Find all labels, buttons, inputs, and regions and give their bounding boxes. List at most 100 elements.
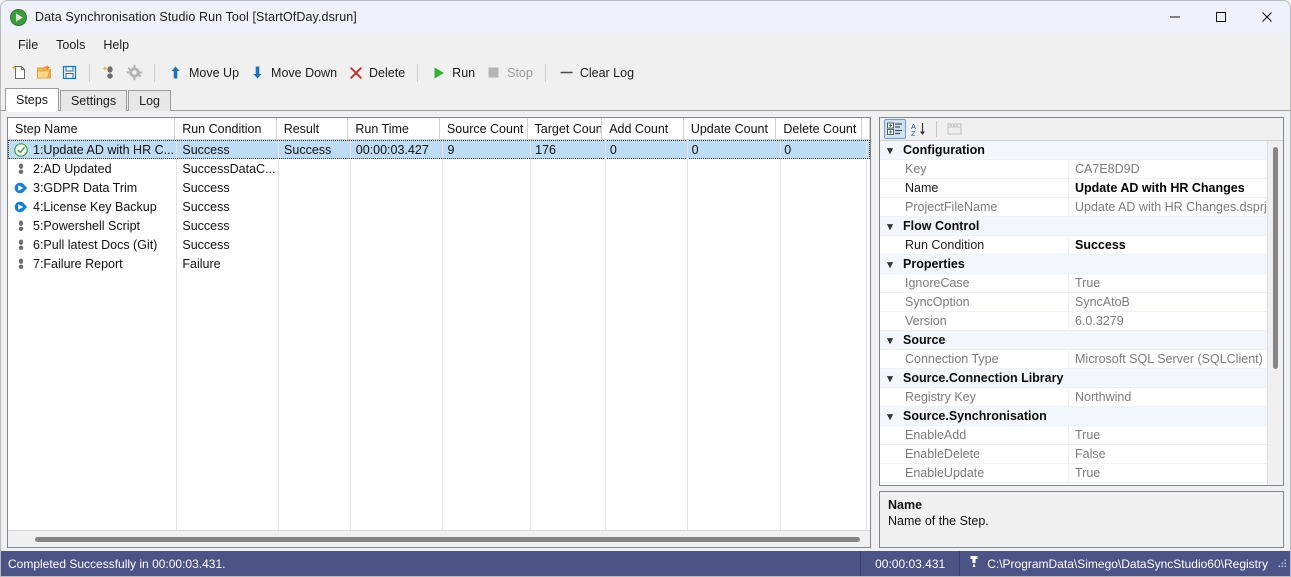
cell-delete-count <box>777 178 863 197</box>
step-pin-icon <box>13 256 28 271</box>
property-value[interactable]: Update AD with HR Changes.dsprj <box>1068 197 1267 217</box>
chevron-down-icon[interactable]: ▾ <box>880 144 900 157</box>
property-value[interactable]: SyncAtoB <box>1068 292 1267 312</box>
minimize-button[interactable] <box>1152 1 1198 33</box>
move-down-button[interactable]: Move Down <box>244 60 342 86</box>
menu-item-help[interactable]: Help <box>94 35 138 55</box>
column-header-delete-count[interactable]: Delete Count <box>776 118 862 139</box>
property-row-enableadd[interactable]: EnableAdd True <box>880 425 1267 445</box>
property-name: Connection Type <box>905 352 999 366</box>
property-value[interactable]: CA7E8D9D <box>1068 159 1267 179</box>
property-category-source[interactable]: ▾ Source <box>880 331 1267 350</box>
add-step-button[interactable] <box>97 60 122 86</box>
column-header-add-count[interactable]: Add Count <box>602 118 684 139</box>
vscrollbar-thumb[interactable] <box>1273 147 1278 369</box>
property-row-ignorecase[interactable]: IgnoreCase True <box>880 273 1267 293</box>
property-row-connection-type[interactable]: Connection Type Microsoft SQL Server (SQ… <box>880 349 1267 369</box>
property-value[interactable]: Success <box>1068 235 1267 255</box>
category-label: Properties <box>903 257 965 271</box>
stop-button[interactable]: Stop <box>480 60 538 86</box>
clear-log-button[interactable]: Clear Log <box>553 60 639 86</box>
property-row-run-condition[interactable]: Run Condition Success <box>880 235 1267 255</box>
new-file-button[interactable] <box>7 60 32 86</box>
property-row-projectfilename[interactable]: ProjectFileName Update AD with HR Change… <box>880 197 1267 217</box>
cell-filler <box>863 235 870 254</box>
property-grid-vscrollbar[interactable] <box>1267 141 1283 485</box>
property-value[interactable]: False <box>1068 444 1267 464</box>
maximize-button[interactable] <box>1198 1 1244 33</box>
chevron-down-icon[interactable]: ▾ <box>880 334 900 347</box>
table-row[interactable]: 7:Failure Report Failure <box>8 254 870 273</box>
table-row[interactable]: 4:License Key Backup Success <box>8 197 870 216</box>
chevron-down-icon[interactable]: ▾ <box>880 258 900 271</box>
property-value[interactable]: True <box>1068 463 1267 483</box>
cell-source-count: 9 <box>447 142 455 157</box>
property-row-enabledelete[interactable]: EnableDelete False <box>880 444 1267 464</box>
property-row-syncoption[interactable]: SyncOption SyncAtoB <box>880 292 1267 312</box>
property-value[interactable]: Microsoft SQL Server (SQLClient) <box>1068 349 1267 369</box>
property-category-source-connection-library[interactable]: ▾ Source.Connection Library <box>880 369 1267 388</box>
run-label: Run <box>452 65 476 80</box>
property-row-version[interactable]: Version 6.0.3279 <box>880 311 1267 331</box>
column-header-target-count[interactable]: Target Count <box>528 118 603 139</box>
property-category-source-synchronisation[interactable]: ▾ Source.Synchronisation <box>880 407 1267 426</box>
menu-item-file[interactable]: File <box>9 35 47 55</box>
hscrollbar-thumb[interactable] <box>35 536 860 542</box>
column-header-result[interactable]: Result <box>277 118 349 139</box>
column-header-step-name[interactable]: Step Name <box>8 118 176 139</box>
table-row[interactable]: 5:Powershell Script Success <box>8 216 870 235</box>
table-row[interactable]: 1:Update AD with HR C... Success Success… <box>8 140 870 159</box>
cell-run-time <box>349 235 441 254</box>
cell-update-count <box>685 159 778 178</box>
property-name: Name <box>905 181 939 195</box>
chevron-down-icon[interactable]: ▾ <box>880 410 900 423</box>
categorized-view-icon[interactable] <box>884 119 906 139</box>
property-category-configuration[interactable]: ▾ Configuration <box>880 141 1267 160</box>
app-logo-icon <box>10 8 27 26</box>
steps-grid-hscrollbar[interactable] <box>8 530 870 547</box>
settings-button[interactable] <box>122 60 147 86</box>
column-header-update-count[interactable]: Update Count <box>684 118 777 139</box>
status-registry-path: C:\ProgramData\Simego\DataSyncStudio60\R… <box>960 555 1274 572</box>
property-description-title: Name <box>888 498 923 512</box>
table-row[interactable]: 2:AD Updated SuccessDataC... <box>8 159 870 178</box>
property-value[interactable]: True <box>1068 273 1267 293</box>
tab-steps[interactable]: Steps <box>5 88 59 112</box>
tab-settings[interactable]: Settings <box>59 90 128 111</box>
close-button[interactable] <box>1244 1 1290 33</box>
column-header-run-time[interactable]: Run Time <box>348 118 440 139</box>
chevron-down-icon[interactable]: ▾ <box>880 220 900 233</box>
table-row[interactable]: 3:GDPR Data Trim Success <box>8 178 870 197</box>
run-play-icon <box>430 64 447 81</box>
property-value[interactable]: True <box>1068 425 1267 445</box>
save-button[interactable] <box>57 60 82 86</box>
property-row-enableupdate[interactable]: EnableUpdate True <box>880 463 1267 483</box>
table-row[interactable]: 6:Pull latest Docs (Git) Success <box>8 235 870 254</box>
alphabetical-sort-icon[interactable]: A Z <box>908 119 930 139</box>
tab-log[interactable]: Log <box>128 90 171 111</box>
chevron-down-icon[interactable]: ▾ <box>880 372 900 385</box>
property-value[interactable]: Northwind <box>1068 387 1267 407</box>
cell-step-name: 6:Pull latest Docs (Git) <box>8 235 175 254</box>
cell-target-count <box>528 197 603 216</box>
resize-grip-icon[interactable] <box>1274 557 1290 571</box>
delete-button[interactable]: Delete <box>342 60 410 86</box>
column-header-source-count[interactable]: Source Count <box>440 118 528 139</box>
cell-run-condition: Failure <box>182 256 221 271</box>
property-row-name[interactable]: Name Update AD with HR Changes <box>880 178 1267 198</box>
cell-update-count <box>685 216 778 235</box>
property-category-flow-control[interactable]: ▾ Flow Control <box>880 217 1267 236</box>
property-value[interactable]: 6.0.3279 <box>1068 311 1267 331</box>
open-file-button[interactable] <box>32 60 57 86</box>
property-row-key[interactable]: Key CA7E8D9D <box>880 159 1267 179</box>
column-header-run-condition[interactable]: Run Condition <box>175 118 277 139</box>
property-value[interactable]: Update AD with HR Changes <box>1068 178 1267 198</box>
menu-item-tools[interactable]: Tools <box>47 35 94 55</box>
property-category-properties[interactable]: ▾ Properties <box>880 255 1267 274</box>
run-button[interactable]: Run <box>425 60 480 86</box>
cell-source-count <box>440 178 528 197</box>
property-name: EnableDelete <box>905 447 981 461</box>
move-up-button[interactable]: Move Up <box>162 60 244 86</box>
property-row-registry-key[interactable]: Registry Key Northwind <box>880 387 1267 407</box>
property-pages-icon[interactable] <box>943 119 965 139</box>
